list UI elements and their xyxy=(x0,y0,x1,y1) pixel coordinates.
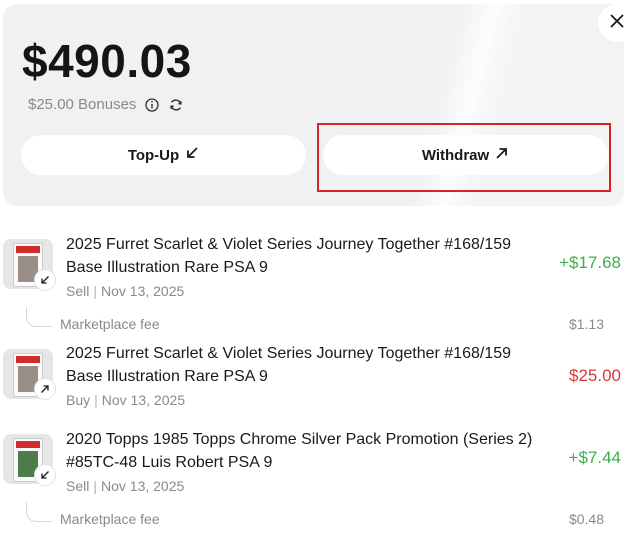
transaction-title: 2025 Furret Scarlet & Violet Series Jour… xyxy=(66,345,512,385)
transaction-meta: Sell | Nov 13, 2025 xyxy=(66,283,185,299)
withdraw-highlight-box xyxy=(317,123,611,192)
arrow-down-left-icon xyxy=(34,269,56,291)
fee-label: Marketplace fee xyxy=(60,511,160,527)
fee-connector xyxy=(26,307,52,327)
transaction-date: Nov 13, 2025 xyxy=(101,392,186,408)
transaction-amount: +$17.68 xyxy=(559,253,621,272)
fee-connector xyxy=(26,502,52,522)
transaction-title: 2020 Topps 1985 Topps Chrome Silver Pack… xyxy=(66,431,533,471)
refresh-icon[interactable] xyxy=(168,97,184,113)
arrow-down-left-icon xyxy=(34,464,56,486)
topup-button[interactable]: Top-Up xyxy=(21,135,306,175)
transaction-date: Nov 13, 2025 xyxy=(101,283,185,299)
transaction-amount: $25.00 xyxy=(569,366,621,385)
transaction-type: Sell xyxy=(66,478,90,494)
topup-label: Top-Up xyxy=(127,146,180,164)
fee-amount: $0.48 xyxy=(568,511,604,527)
fee-label: Marketplace fee xyxy=(60,316,160,332)
transaction-amount: +$7.44 xyxy=(568,448,621,467)
bonus-row: $25.00 Bonuses xyxy=(28,96,184,113)
transaction-date: Nov 13, 2025 xyxy=(101,478,185,494)
balance-amount: $490.03 xyxy=(22,35,192,87)
arrow-down-left-icon xyxy=(185,146,199,164)
arrow-up-right-icon xyxy=(34,378,56,400)
transaction-title: 2025 Furret Scarlet & Violet Series Jour… xyxy=(66,236,512,276)
transaction-meta: Sell | Nov 13, 2025 xyxy=(66,478,185,494)
transaction-meta: Buy | Nov 13, 2025 xyxy=(66,392,186,408)
fee-amount: $1.13 xyxy=(568,316,604,332)
close-button[interactable] xyxy=(598,4,636,42)
close-icon xyxy=(609,13,625,34)
bonus-text: $25.00 Bonuses xyxy=(28,96,137,113)
transaction-type: Buy xyxy=(66,392,91,408)
transaction-type: Sell xyxy=(66,283,90,299)
info-icon[interactable] xyxy=(144,97,160,113)
